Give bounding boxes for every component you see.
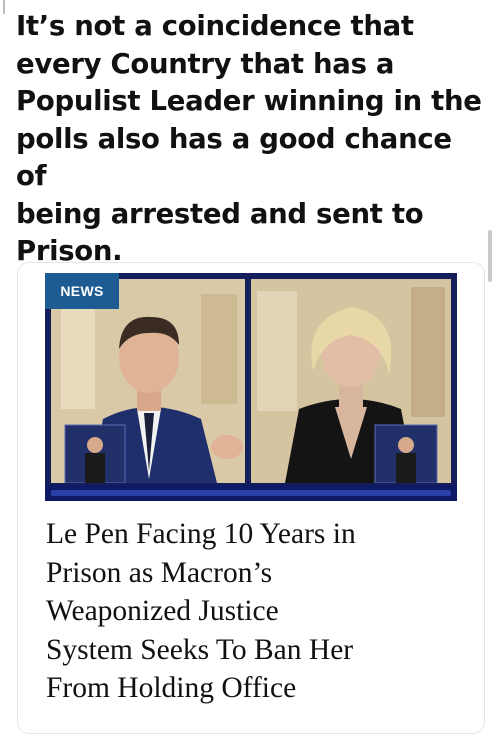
article-image: NEWS	[45, 273, 457, 501]
link-preview-card[interactable]: NEWS Le Pen Facing 10 Years in Prison as…	[17, 262, 485, 734]
article-headline[interactable]: Le Pen Facing 10 Years in Prison as Macr…	[46, 515, 466, 708]
left-video-panel	[51, 279, 245, 483]
macron-figure	[51, 279, 245, 483]
le-pen-figure	[251, 279, 451, 483]
scrollbar[interactable]	[488, 230, 492, 282]
caption-bar	[45, 485, 457, 501]
right-video-panel	[251, 279, 451, 483]
news-badge: NEWS	[45, 273, 119, 309]
caption-strip	[51, 490, 451, 496]
post-text: It’s not a coincidence that every Countr…	[16, 10, 482, 267]
edge-divider	[3, 0, 5, 14]
